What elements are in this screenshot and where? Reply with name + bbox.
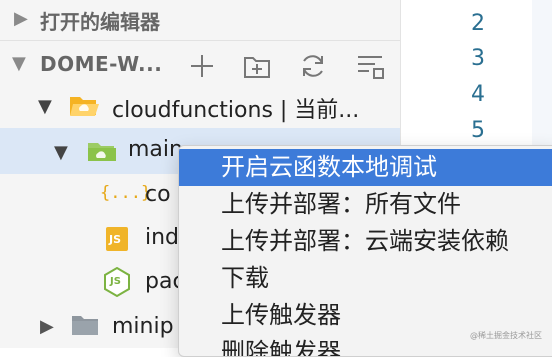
- watermark: @稀土掘金技术社区: [470, 331, 542, 340]
- menu-item-upload-cloud-install[interactable]: 上传并部署：云端安装依赖: [179, 223, 552, 260]
- json-file-icon: {...}: [100, 183, 152, 203]
- chevron-down-icon: ▼: [12, 53, 26, 74]
- menu-item-upload-trigger[interactable]: 上传触发器: [179, 297, 552, 334]
- menu-item-upload-all-files[interactable]: 上传并部署：所有文件: [179, 186, 552, 223]
- open-editors-header[interactable]: ▶ 打开的编辑器: [0, 0, 400, 40]
- tree-item-label: ind: [145, 225, 180, 250]
- context-menu: 开启云函数本地调试 上传并部署：所有文件 上传并部署：云端安装依赖 下载 上传触…: [178, 145, 552, 357]
- tree-item-cloudfunctions[interactable]: ▼ cloudfunctions | 当前...: [0, 86, 400, 126]
- js-file-icon-text: JS: [109, 233, 122, 246]
- tree-item-label: minip: [112, 314, 174, 339]
- open-editors-label: 打开的编辑器: [40, 10, 160, 34]
- tree-item-label: main: [128, 137, 183, 162]
- menu-item-local-debug[interactable]: 开启云函数本地调试: [179, 149, 552, 186]
- collapse-all-icon[interactable]: [355, 52, 385, 80]
- chevron-right-icon: ▶: [14, 8, 28, 29]
- chevron-right-icon: ▶: [40, 316, 54, 337]
- line-number: 3: [471, 46, 485, 71]
- chevron-down-icon: ▼: [54, 142, 68, 163]
- chevron-down-icon: ▼: [38, 96, 52, 117]
- new-folder-icon[interactable]: [242, 52, 272, 80]
- node-file-icon: JS: [103, 267, 131, 297]
- line-number: 2: [471, 11, 485, 36]
- workspace-header[interactable]: ▼ DOME-W...: [0, 44, 400, 84]
- divider: [0, 40, 400, 41]
- menu-item-download[interactable]: 下载: [179, 260, 552, 297]
- refresh-icon[interactable]: [299, 52, 327, 80]
- line-number: 5: [471, 118, 485, 143]
- node-file-icon-text: JS: [110, 276, 121, 287]
- js-file-icon: JS: [106, 227, 128, 251]
- cloud-folder-open-icon: [70, 97, 99, 116]
- line-number: 4: [471, 82, 485, 107]
- cloud-folder-icon: [88, 143, 116, 161]
- tree-item-label: co: [145, 182, 171, 207]
- new-file-icon[interactable]: [188, 52, 216, 80]
- folder-icon: [72, 316, 98, 335]
- tree-item-label: cloudfunctions | 当前...: [112, 98, 360, 123]
- workspace-title: DOME-W...: [40, 52, 163, 76]
